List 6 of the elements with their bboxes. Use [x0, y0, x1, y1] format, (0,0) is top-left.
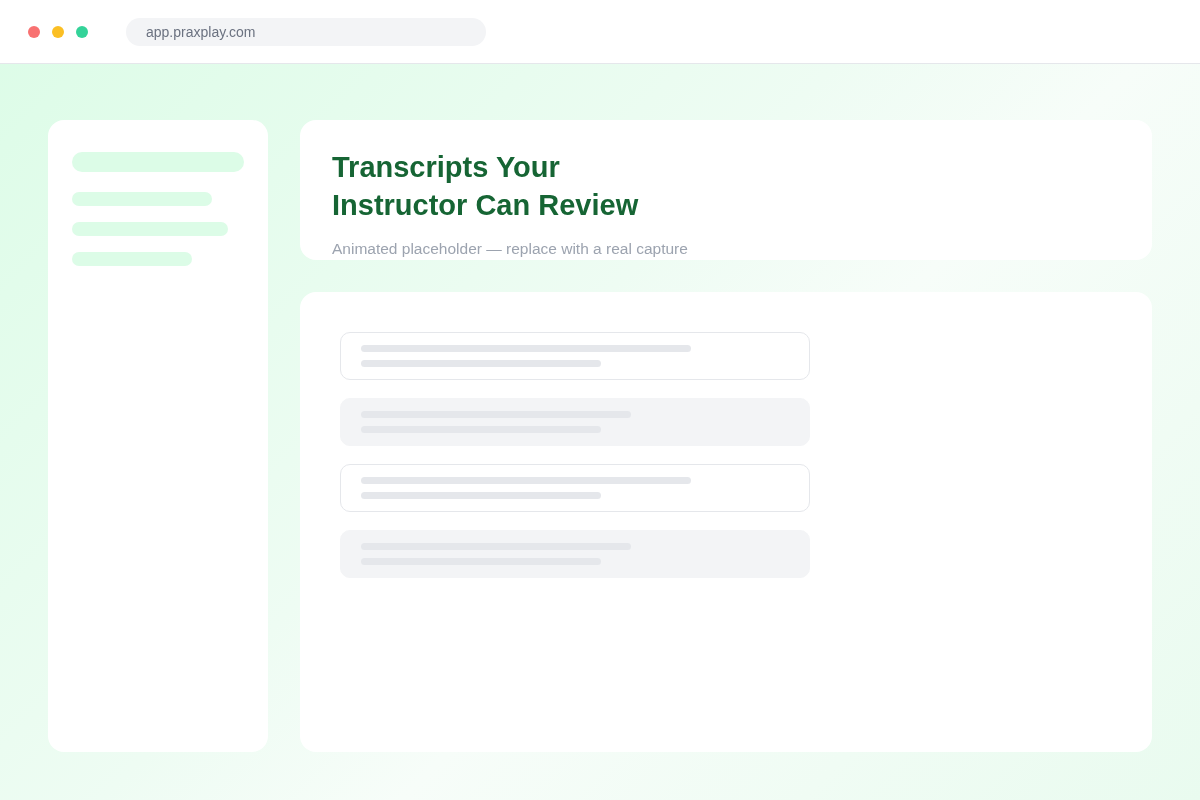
subtitle: Animated placeholder — replace with a real capture — [332, 240, 689, 258]
window-dot-icon[interactable] — [52, 25, 64, 38]
window-dot-icon[interactable] — [28, 25, 40, 38]
window-dot-icon[interactable] — [76, 25, 88, 38]
page-title: Transcripts Your Instructor Can Review — [332, 150, 639, 223]
address-bar[interactable]: app.praxplay.com — [126, 17, 486, 46]
